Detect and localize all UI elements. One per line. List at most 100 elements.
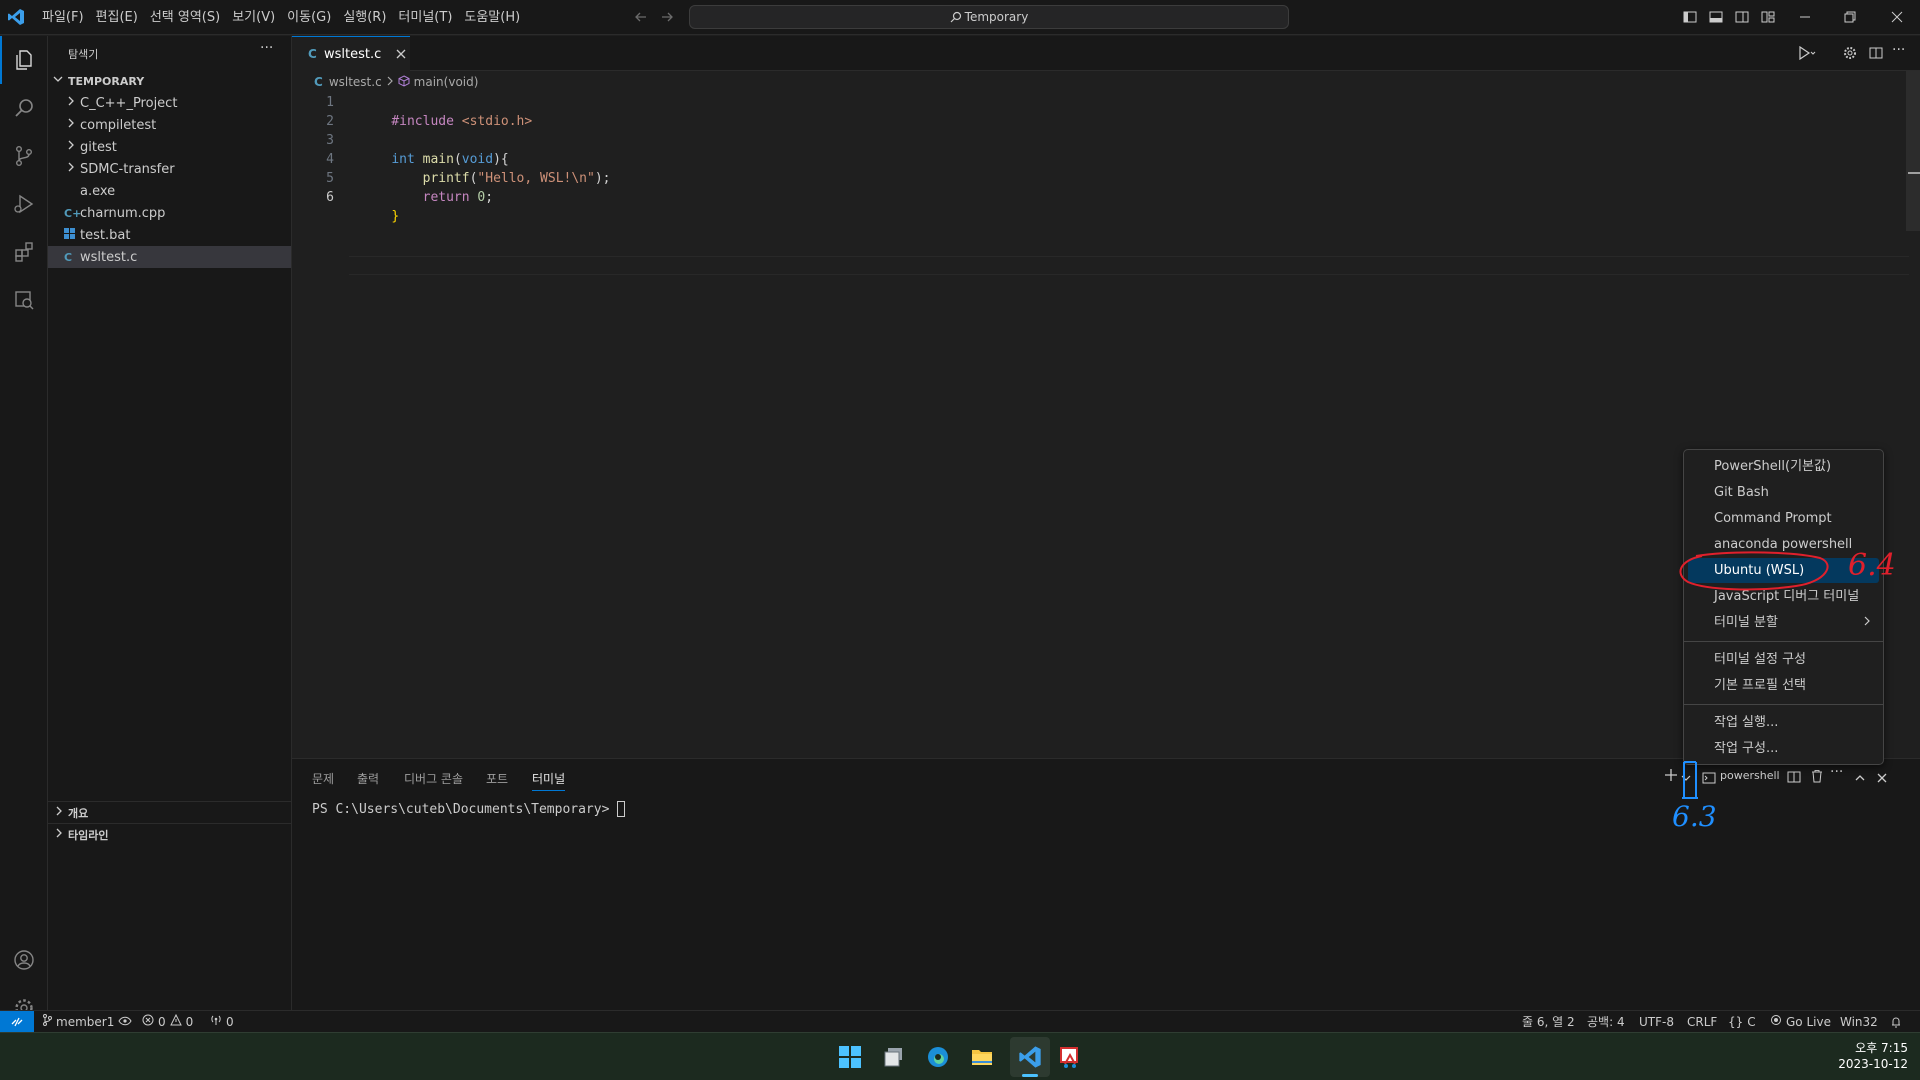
menu-item-configure-task[interactable]: 작업 구성... <box>1688 736 1879 761</box>
nav-forward-icon[interactable] <box>660 10 674 24</box>
breadcrumb-file[interactable]: wsltest.c <box>329 75 382 89</box>
menu-item-powershell[interactable]: PowerShell(기본값) <box>1688 454 1879 479</box>
windows-taskbar: 오후 7:15 2023-10-12 <box>0 1032 1920 1080</box>
run-code-icon[interactable] <box>1798 46 1816 60</box>
minimap-cursor-marker <box>1908 172 1920 174</box>
vscode-taskbar-button[interactable] <box>1010 1037 1050 1077</box>
task-view-icon[interactable] <box>882 1045 906 1073</box>
menu-item-configure-terminal[interactable]: 터미널 설정 구성 <box>1688 647 1879 672</box>
extensions-icon[interactable] <box>0 228 48 276</box>
tree-file-row[interactable]: C+ charnum.cpp <box>48 202 291 224</box>
tab-output[interactable]: 출력 <box>357 769 379 791</box>
edge-browser-icon[interactable] <box>926 1045 950 1073</box>
tree-file-row[interactable]: test.bat <box>48 224 291 246</box>
tab-problems[interactable]: 문제 <box>312 769 334 791</box>
go-live-button[interactable]: Go Live <box>1770 1011 1831 1033</box>
tree-file-row-selected[interactable]: C wsltest.c <box>48 246 291 268</box>
chevron-right-icon <box>66 139 80 155</box>
tree-root-temporary[interactable]: TEMPORARY <box>48 70 291 92</box>
tree-folder-row[interactable]: SDMC-transfer <box>48 158 291 180</box>
menu-edit[interactable]: 편집(E) <box>90 0 144 35</box>
split-editor-icon[interactable] <box>1869 46 1883 60</box>
settings-gear-icon[interactable] <box>1843 46 1857 60</box>
tab-ports[interactable]: 포트 <box>486 769 508 791</box>
accounts-icon[interactable] <box>0 936 48 984</box>
menu-item-run-task[interactable]: 작업 실행... <box>1688 710 1879 735</box>
root-label: TEMPORARY <box>68 74 145 88</box>
system-clock[interactable]: 오후 7:15 2023-10-12 <box>1820 1040 1908 1072</box>
menu-file[interactable]: 파일(F) <box>36 0 90 35</box>
new-terminal-plus-icon[interactable] <box>1663 767 1679 787</box>
ports-status[interactable]: 0 <box>210 1011 234 1033</box>
branch-status[interactable]: member1 <box>42 1011 132 1033</box>
terminal-instance-name[interactable]: powershell <box>1720 769 1780 782</box>
search-view-icon[interactable] <box>0 84 48 132</box>
more-actions-icon[interactable]: ··· <box>1892 42 1905 58</box>
menu-go[interactable]: 이동(G) <box>281 0 337 35</box>
terminal-output[interactable]: PS C:\Users\cuteb\Documents\Temporary> <box>312 801 626 817</box>
file-explorer-icon[interactable] <box>970 1045 994 1073</box>
customize-layout-icon[interactable] <box>1761 10 1775 24</box>
close-panel-icon[interactable] <box>1876 769 1888 788</box>
terminal-more-icon[interactable]: ··· <box>1830 764 1843 780</box>
tree-folder-row[interactable]: compiletest <box>48 114 291 136</box>
run-debug-icon[interactable] <box>0 180 48 228</box>
cpp-file-icon: C+ <box>64 206 82 220</box>
title-bar: 파일(F) 편집(E) 선택 영역(S) 보기(V) 이동(G) 실행(R) 터… <box>0 0 1920 35</box>
end-of-line[interactable]: CRLF <box>1687 1011 1717 1033</box>
tab-wsltest[interactable]: C wsltest.c <box>292 36 410 71</box>
close-window-icon[interactable] <box>1890 10 1904 24</box>
menu-run[interactable]: 실행(R) <box>337 0 392 35</box>
split-terminal-icon[interactable] <box>1787 769 1801 788</box>
indentation[interactable]: 공백: 4 <box>1587 1011 1625 1033</box>
code-editor[interactable]: C wsltest.c main(void) 1 2 3 4 5 6 #incl… <box>292 71 1920 758</box>
notifications-bell-icon[interactable] <box>1890 1011 1902 1033</box>
outline-section[interactable]: 개요 <box>48 801 291 823</box>
encoding[interactable]: UTF-8 <box>1639 1011 1674 1033</box>
braces-icon: {} <box>1728 1015 1744 1029</box>
menu-view[interactable]: 보기(V) <box>226 0 281 35</box>
remote-indicator[interactable] <box>0 1011 34 1033</box>
tree-folder-row[interactable]: gitest <box>48 136 291 158</box>
restore-icon[interactable] <box>1843 10 1857 24</box>
remote-explorer-icon[interactable] <box>0 276 48 324</box>
toggle-secondary-sidebar-icon[interactable] <box>1735 10 1749 24</box>
nav-back-icon[interactable] <box>634 10 648 24</box>
toggle-sidebar-icon[interactable] <box>1683 10 1697 24</box>
close-tab-icon[interactable] <box>395 45 407 64</box>
tree-folder-row[interactable]: C_C++_Project <box>48 92 291 114</box>
breadcrumb-symbol[interactable]: main(void) <box>414 75 479 89</box>
minimap-slider[interactable] <box>1906 71 1920 231</box>
vscode-logo-icon[interactable] <box>7 8 25 26</box>
token-punct: ; <box>485 190 494 205</box>
platform[interactable]: Win32 <box>1840 1011 1878 1033</box>
tree-file-row[interactable]: a.exe <box>48 180 291 202</box>
menu-selection[interactable]: 선택 영역(S) <box>144 0 226 35</box>
menu-help[interactable]: 도움말(H) <box>458 0 526 35</box>
toggle-panel-icon[interactable] <box>1709 10 1723 24</box>
sidebar-more-icon[interactable]: ··· <box>260 40 273 56</box>
snipping-tool-icon[interactable] <box>1058 1045 1082 1073</box>
menu-item-select-default-profile[interactable]: 기본 프로필 선택 <box>1688 673 1879 698</box>
kill-terminal-trash-icon[interactable] <box>1810 768 1824 787</box>
menu-item-git-bash[interactable]: Git Bash <box>1688 480 1879 505</box>
line-number: 5 <box>326 171 334 186</box>
minimize-icon[interactable] <box>1798 10 1812 24</box>
command-center-search[interactable]: Temporary <box>689 5 1289 29</box>
tree-item-label: test.bat <box>80 227 131 243</box>
problems-status[interactable]: 0 0 <box>142 1011 193 1033</box>
tab-terminal[interactable]: 터미널 <box>532 769 566 791</box>
explorer-icon[interactable] <box>0 36 48 84</box>
windows-start-icon[interactable] <box>838 1045 862 1073</box>
maximize-panel-icon[interactable] <box>1854 769 1866 788</box>
line-number: 1 <box>326 95 334 110</box>
timeline-section[interactable]: 타임라인 <box>48 823 291 845</box>
menu-item-command-prompt[interactable]: Command Prompt <box>1688 506 1879 531</box>
menu-terminal[interactable]: 터미널(T) <box>392 0 458 35</box>
source-control-icon[interactable] <box>0 132 48 180</box>
menu-item-split-terminal[interactable]: 터미널 분할 <box>1688 610 1879 635</box>
language-mode[interactable]: {} C <box>1728 1011 1756 1033</box>
tab-debug-console[interactable]: 디버그 콘솔 <box>404 769 463 791</box>
c-file-icon: C <box>314 75 323 89</box>
cursor-position[interactable]: 줄 6, 열 2 <box>1522 1011 1575 1033</box>
